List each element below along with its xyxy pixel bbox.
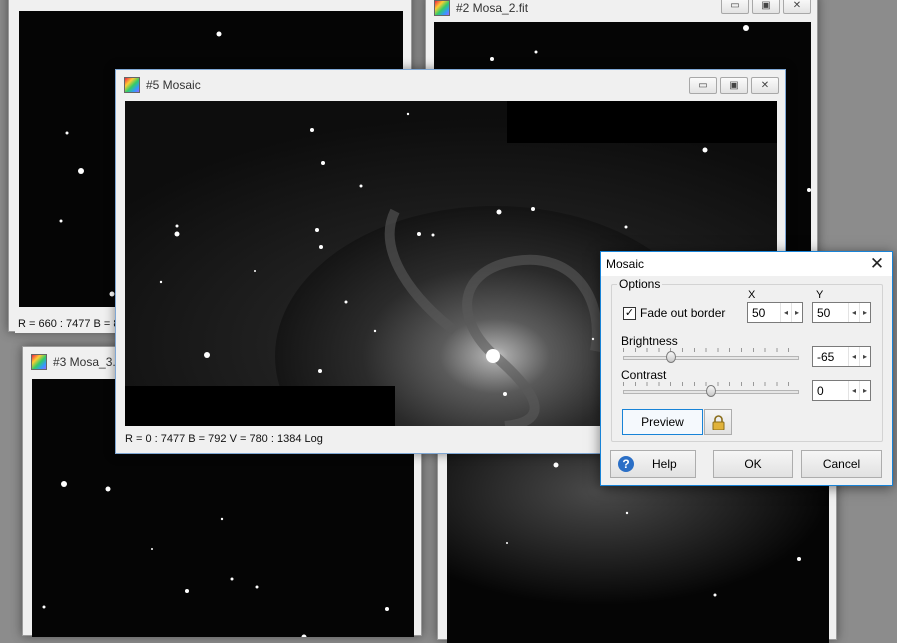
lock-icon (712, 414, 724, 430)
spin-right-icon[interactable]: ▸ (791, 303, 802, 322)
app-icon (434, 0, 450, 16)
status-text: R = 660 : 7477 B = 80 (18, 318, 126, 330)
spin-right-icon[interactable]: ▸ (859, 381, 870, 400)
cancel-button[interactable]: Cancel (801, 450, 882, 478)
close-button[interactable]: ✕ (783, 0, 811, 14)
minimize-button[interactable]: ▭ (689, 77, 717, 94)
contrast-value: 0 (817, 383, 824, 398)
spin-left-icon[interactable]: ◂ (848, 381, 859, 400)
slider-ticks (623, 348, 799, 352)
x-spinner[interactable]: 50 ◂ ▸ (747, 302, 803, 323)
preview-button[interactable]: Preview (622, 409, 703, 435)
help-label: Help (652, 457, 677, 471)
spin-left-icon[interactable]: ◂ (848, 347, 859, 366)
options-group: Options ✓ Fade out border X Y 50 ◂ ▸ 50 … (611, 277, 883, 442)
slider-thumb[interactable] (706, 385, 716, 397)
dialog-close-button[interactable]: ✕ (868, 255, 886, 273)
app-icon (124, 77, 140, 93)
ok-label: OK (744, 457, 762, 471)
help-button[interactable]: ? Help (610, 450, 696, 478)
brightness-slider[interactable] (623, 348, 799, 365)
mosaic-dialog[interactable]: Mosaic ✕ Options ✓ Fade out border X Y 5… (600, 251, 893, 486)
contrast-spinner[interactable]: 0 ◂ ▸ (812, 380, 871, 401)
close-button[interactable]: ✕ (751, 77, 779, 94)
fade-out-border-checkbox[interactable]: ✓ (623, 307, 636, 320)
dialog-title-bar[interactable]: Mosaic ✕ (601, 252, 892, 276)
slider-track (623, 356, 799, 360)
window-title: #5 Mosaic (146, 78, 201, 92)
ok-button[interactable]: OK (713, 450, 793, 478)
brightness-label: Brightness (621, 334, 678, 348)
minimize-button[interactable]: ▭ (721, 0, 749, 14)
spin-right-icon[interactable]: ▸ (859, 347, 870, 366)
app-icon (31, 354, 47, 370)
cancel-label: Cancel (822, 457, 861, 471)
spin-right-icon[interactable]: ▸ (859, 303, 870, 322)
status-text: R = 0 : 7477 B = 792 V = 780 : 1384 Log (125, 433, 323, 445)
preview-label: Preview (641, 415, 684, 429)
title-bar[interactable]: #5 Mosaic ▭ ▣ ✕ (116, 70, 785, 100)
spin-left-icon[interactable]: ◂ (780, 303, 791, 322)
title-bar[interactable]: #2 Mosa_2.fit ▭ ▣ ✕ (426, 0, 817, 21)
options-label: Options (617, 277, 663, 291)
x-label: X (748, 289, 756, 301)
window-title: #2 Mosa_2.fit (456, 1, 529, 15)
help-icon: ? (618, 456, 634, 472)
maximize-button[interactable]: ▣ (752, 0, 780, 14)
y-label: Y (816, 289, 824, 301)
lock-button[interactable] (704, 409, 732, 435)
dialog-title: Mosaic (606, 257, 645, 271)
contrast-label: Contrast (621, 368, 667, 382)
maximize-button[interactable]: ▣ (720, 77, 748, 94)
brightness-spinner[interactable]: -65 ◂ ▸ (812, 346, 871, 367)
contrast-slider[interactable] (623, 382, 799, 399)
slider-thumb[interactable] (665, 351, 676, 363)
y-spinner[interactable]: 50 ◂ ▸ (812, 302, 871, 323)
x-value: 50 (752, 305, 766, 320)
spin-left-icon[interactable]: ◂ (848, 303, 859, 322)
brightness-value: -65 (817, 349, 835, 364)
y-value: 50 (817, 305, 831, 320)
fade-out-border-label: Fade out border (640, 306, 726, 320)
